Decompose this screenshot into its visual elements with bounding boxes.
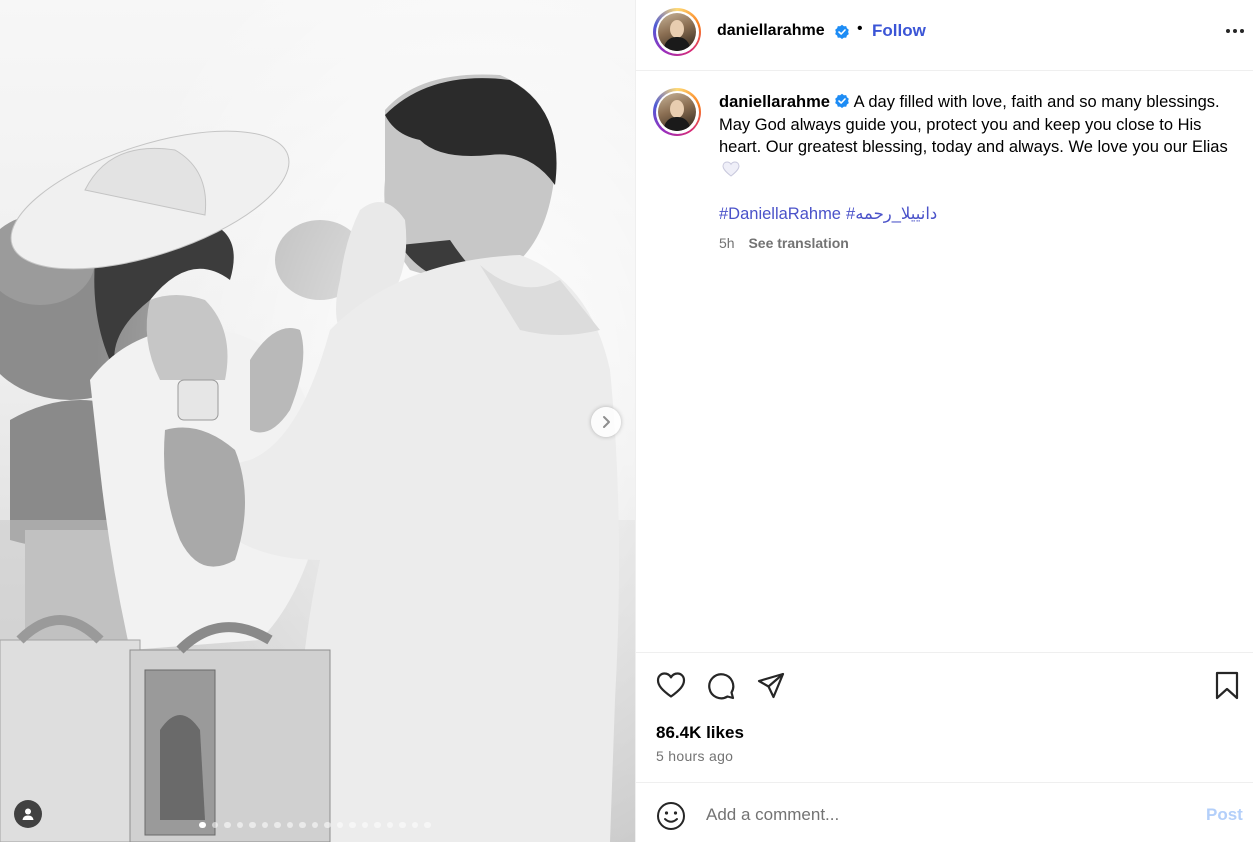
hashtag-link[interactable]: #دانييلا_رحمه — [846, 205, 937, 223]
carousel-dot — [424, 821, 431, 829]
post-header: daniellarahme • Follow — [636, 0, 1253, 71]
carousel-indicator — [199, 821, 431, 829]
carousel-dot — [411, 821, 418, 829]
post-photo — [0, 0, 635, 842]
post-age: 5h — [719, 235, 735, 251]
post-timestamp[interactable]: 5 hours ago — [656, 748, 733, 764]
post-media[interactable] — [0, 0, 635, 842]
separator-dot: • — [857, 20, 863, 37]
carousel-dot — [324, 821, 331, 829]
hashtag-list: #DaniellaRahme #دانييلا_رحمه — [719, 204, 942, 224]
user-tag-icon — [22, 808, 34, 820]
follow-button[interactable]: Follow — [872, 21, 926, 41]
carousel-dot — [386, 821, 393, 829]
send-icon — [757, 672, 785, 699]
carousel-dot — [261, 821, 268, 829]
caption-text: daniellarahme A day filled with love, fa… — [719, 91, 1239, 181]
caption-username[interactable]: daniellarahme — [719, 93, 830, 111]
carousel-dot — [374, 821, 381, 829]
like-button[interactable] — [656, 671, 686, 704]
comment-input[interactable] — [706, 803, 1156, 827]
carousel-dot — [236, 821, 243, 829]
carousel-dot — [224, 821, 231, 829]
carousel-dot — [249, 821, 256, 829]
comment-icon — [708, 673, 735, 700]
carousel-dot — [199, 821, 206, 829]
next-image-button[interactable] — [591, 407, 621, 437]
carousel-dot — [349, 821, 356, 829]
see-translation-button[interactable]: See translation — [748, 235, 848, 251]
carousel-dot — [311, 821, 318, 829]
comment-button[interactable] — [706, 671, 736, 706]
author-username[interactable]: daniellarahme — [717, 22, 825, 40]
tagged-users-button[interactable] — [14, 800, 42, 828]
carousel-dot — [399, 821, 406, 829]
emoji-picker-button[interactable] — [656, 801, 686, 836]
chevron-right-icon — [603, 416, 610, 428]
carousel-dot — [286, 821, 293, 829]
carousel-dot — [274, 821, 281, 829]
post-details-panel: daniellarahme • Follow daniellarahme A d… — [635, 0, 1253, 842]
verified-badge-icon — [835, 93, 849, 108]
save-button[interactable] — [1214, 671, 1240, 706]
post-actions: 86.4K likes 5 hours ago Post — [636, 652, 1253, 842]
comment-bar: Post — [636, 782, 1253, 842]
carousel-dot — [361, 821, 368, 829]
heart-icon — [656, 672, 686, 698]
carousel-dot — [211, 821, 218, 829]
share-button[interactable] — [756, 671, 786, 706]
author-avatar[interactable] — [653, 8, 701, 56]
caption-meta: 5h See translation — [719, 235, 849, 251]
caption-avatar[interactable] — [653, 88, 701, 136]
likes-count[interactable]: 86.4K likes — [656, 723, 744, 743]
hashtag-link[interactable]: #DaniellaRahme — [719, 205, 841, 223]
bookmark-icon — [1215, 671, 1239, 700]
smiley-icon — [657, 802, 685, 830]
white-heart-icon — [722, 160, 740, 177]
carousel-dot — [299, 821, 306, 829]
more-options-icon[interactable] — [1226, 29, 1244, 33]
verified-badge-icon — [835, 24, 849, 39]
carousel-dot — [336, 821, 343, 829]
post-comment-button[interactable]: Post — [1206, 805, 1243, 825]
